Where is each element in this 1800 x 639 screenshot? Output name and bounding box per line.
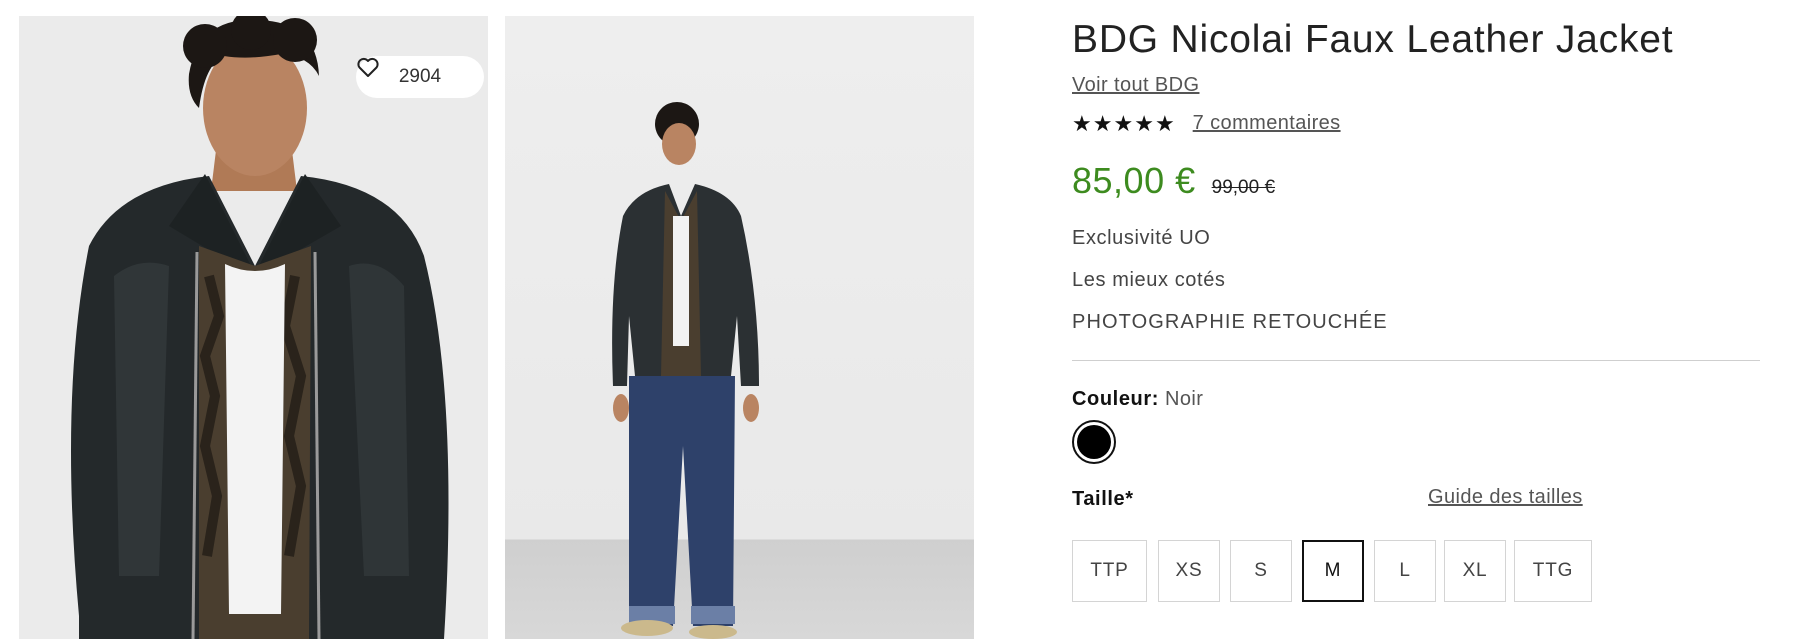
star-icon: ★: [1092, 110, 1113, 136]
size-option-l[interactable]: L: [1374, 540, 1436, 602]
view-all-brand-link[interactable]: Voir tout BDG: [1072, 74, 1199, 97]
size-option-xs[interactable]: XS: [1158, 540, 1220, 602]
star-icon: ★: [1134, 110, 1154, 136]
size-option-ttg[interactable]: TTG: [1514, 540, 1592, 602]
star-icon: ★: [1072, 110, 1092, 136]
star-icon: ★: [1154, 110, 1175, 136]
size-option-xl[interactable]: XL: [1444, 540, 1506, 602]
heart-icon: [357, 57, 379, 77]
size-option-m[interactable]: M: [1302, 540, 1364, 602]
color-swatch-black[interactable]: [1072, 420, 1116, 464]
size-label: Taille*: [1072, 488, 1134, 510]
product-image-full-body[interactable]: [505, 16, 974, 639]
original-price: 99,00 €: [1211, 177, 1276, 198]
product-gallery: 2904: [0, 0, 1000, 639]
selected-color-name: Noir: [1165, 388, 1204, 410]
product-image-closeup[interactable]: 2904: [19, 16, 488, 639]
product-title: BDG Nicolai Faux Leather Jacket: [1072, 18, 1674, 61]
retouched-photo-tag: PHOTOGRAPHIE RETOUCHÉE: [1072, 311, 1388, 333]
favorites-count: 2904: [398, 66, 442, 87]
model-closeup-photo: [19, 16, 488, 639]
top-rated-tag: Les mieux cotés: [1072, 269, 1226, 291]
price-row: 85,00 € 99,00 €: [1072, 160, 1275, 202]
model-full-body-photo: [612, 102, 759, 639]
current-price: 85,00 €: [1072, 160, 1196, 201]
color-label: Couleur: Noir: [1072, 388, 1203, 411]
swatch-fill: [1077, 425, 1111, 459]
exclusive-tag: Exclusivité UO: [1072, 227, 1211, 249]
star-icon: ★: [1113, 110, 1134, 136]
divider: [1072, 360, 1760, 361]
star-rating[interactable]: ★ ★ ★ ★ ★: [1072, 110, 1175, 136]
reviews-link[interactable]: 7 commentaires: [1193, 112, 1341, 135]
rating-row: ★ ★ ★ ★ ★ 7 commentaires: [1072, 112, 1341, 135]
favorite-button[interactable]: 2904: [356, 56, 484, 98]
size-option-s[interactable]: S: [1230, 540, 1292, 602]
size-option-ttp[interactable]: TTP: [1072, 540, 1147, 602]
size-guide-link[interactable]: Guide des tailles: [1428, 486, 1583, 509]
color-label-title: Couleur:: [1072, 388, 1160, 410]
